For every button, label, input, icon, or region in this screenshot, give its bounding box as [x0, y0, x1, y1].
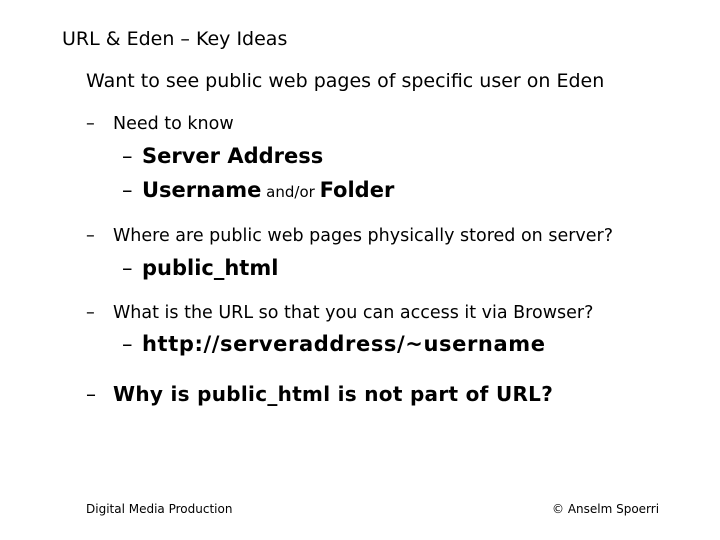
sub-bullet-text: public_html [142, 256, 279, 280]
sub-bullet-text: http://serveraddress/~username [142, 332, 546, 356]
sub-bullet-url: – http://serveraddress/~username [122, 332, 546, 356]
sub-bullet-text: Server Address [142, 144, 324, 168]
sub-bullet-text-andor: and/or [261, 183, 320, 201]
footer-right: © Anselm Spoerri [552, 502, 660, 516]
bullet-text: Need to know [113, 114, 234, 134]
bullet-where-stored: – Where are public web pages physically s… [86, 226, 613, 246]
bullet-dash: – [86, 382, 97, 406]
sub-bullet-server-address: – Server Address [122, 144, 323, 168]
footer-left: Digital Media Production [86, 502, 233, 516]
bullet-why-question: – Why is public_html is not part of URL? [86, 382, 553, 406]
bullet-dash: – [86, 303, 95, 323]
bullet-text: Why is public_html is not part of URL? [113, 382, 554, 406]
bullet-text: Where are public web pages physically st… [113, 226, 614, 246]
bullet-need-to-know: – Need to know [86, 114, 234, 134]
sub-bullet-text-username: Username [142, 178, 262, 202]
sub-bullet-dash: – [122, 144, 133, 168]
sub-bullet-public-html: – public_html [122, 256, 278, 280]
bullet-what-url: – What is the URL so that you can access … [86, 303, 593, 323]
slide-intro: Want to see public web pages of specific… [86, 70, 605, 92]
slide-title: URL & Eden – Key Ideas [62, 28, 288, 50]
bullet-text: What is the URL so that you can access i… [113, 303, 594, 323]
sub-bullet-username-folder: – Username and/or Folder [122, 178, 394, 202]
sub-bullet-dash: – [122, 332, 134, 356]
sub-bullet-text-folder: Folder [319, 178, 395, 202]
sub-bullet-dash: – [122, 178, 133, 202]
sub-bullet-dash: – [122, 256, 133, 280]
bullet-dash: – [86, 226, 95, 246]
bullet-dash: – [86, 114, 95, 134]
